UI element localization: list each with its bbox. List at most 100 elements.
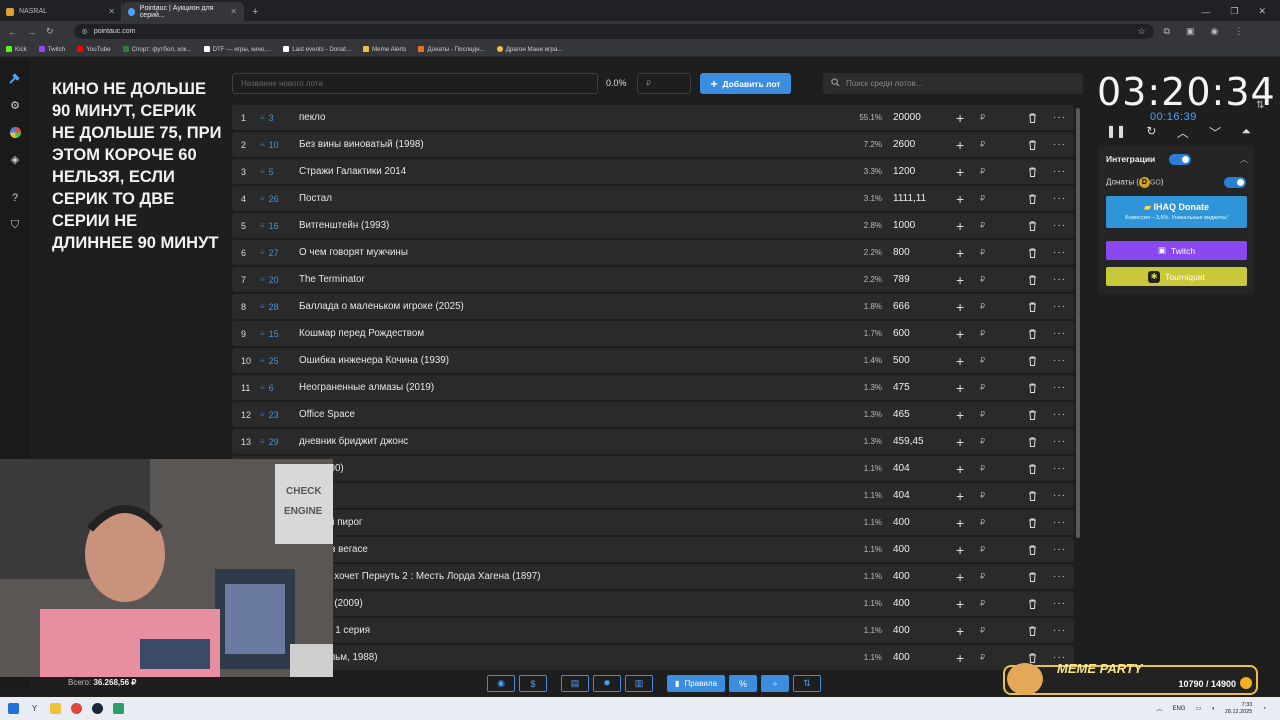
bug-icon[interactable]: ✹ — [593, 675, 621, 692]
swap-icon[interactable]: ⇅ — [1256, 100, 1264, 111]
trash-icon[interactable] — [1028, 321, 1037, 346]
lot-amount[interactable]: 400 — [893, 591, 910, 616]
add-amount-icon[interactable]: + — [956, 159, 964, 184]
more-options-icon[interactable]: ··· — [1053, 240, 1066, 265]
add-amount-icon[interactable]: + — [956, 510, 964, 535]
lot-id[interactable]: 28 — [260, 294, 279, 319]
lot-name[interactable]: О чем говорят мужчины — [299, 240, 408, 265]
more-options-icon[interactable]: ··· — [1053, 456, 1066, 481]
lot-amount[interactable]: 1111,11 — [893, 186, 926, 211]
lot-row[interactable]: 8 28 Баллада о маленьком игроке (2025) 1.8%… — [232, 294, 1074, 319]
lot-id[interactable]: 15 — [260, 321, 279, 346]
trash-icon[interactable] — [1028, 510, 1037, 535]
trash-icon[interactable] — [1028, 213, 1037, 238]
site-info-icon[interactable]: ⚙ — [82, 28, 88, 36]
bookmark-star-icon[interactable]: ☆ — [1137, 26, 1145, 37]
lot-amount[interactable]: 600 — [893, 321, 910, 346]
percent-icon[interactable]: % — [729, 675, 757, 692]
more-options-icon[interactable]: ··· — [1053, 159, 1066, 184]
bookmark-item[interactable]: Twitch — [38, 46, 65, 53]
ihaq-donate-button[interactable]: ▰ IHAQ Donate Комиссия – 3,5%. Уникальны… — [1106, 196, 1247, 228]
trash-icon[interactable] — [1028, 537, 1037, 562]
profile-icon[interactable]: ◉ — [1211, 26, 1219, 37]
lot-name[interactable]: Баллада о маленьком игроке (2025) — [299, 294, 464, 319]
lot-name[interactable]: пекло — [299, 105, 325, 130]
more-options-icon[interactable]: ··· — [1053, 213, 1066, 238]
more-options-icon[interactable]: ··· — [1053, 132, 1066, 157]
sort-icon[interactable]: ⇅ — [793, 675, 821, 692]
more-options-icon[interactable]: ··· — [1053, 402, 1066, 427]
lot-row[interactable]: канский пирог1.1%400+₽··· — [232, 510, 1074, 535]
new-lot-input[interactable]: Название нового лота — [232, 73, 598, 94]
add-amount-icon[interactable]: + — [956, 267, 964, 292]
close-tab-icon[interactable]: ✕ — [230, 7, 237, 16]
add-amount-icon[interactable]: + — [956, 294, 964, 319]
forward-icon[interactable]: → — [27, 27, 36, 37]
lot-amount[interactable]: 400 — [893, 618, 910, 643]
trash-icon[interactable] — [1028, 375, 1037, 400]
lot-name[interactable]: Кошмар перед Рождеством — [299, 321, 424, 346]
language-indicator[interactable]: ENG — [1173, 706, 1186, 712]
trash-icon[interactable] — [1028, 564, 1037, 589]
rules-button[interactable]: ▮ Правила — [667, 675, 725, 692]
lot-row[interactable]: trip (2000)1.1%404+₽··· — [232, 456, 1074, 481]
add-amount-icon[interactable]: + — [956, 618, 964, 643]
lot-row[interactable]: 10 25 Ошибка инженера Кочина (1939) 1.4% 500… — [232, 348, 1074, 373]
add-amount-icon[interactable]: + — [956, 348, 964, 373]
more-options-icon[interactable]: ··· — [1053, 510, 1066, 535]
trash-icon[interactable] — [1028, 348, 1037, 373]
lot-row[interactable]: ан Фум хочет Пернуть 2 : Месть Лорда Хаг… — [232, 564, 1074, 589]
add-amount-icon[interactable]: + — [956, 645, 964, 670]
lot-amount[interactable]: 475 — [893, 375, 910, 400]
add-amount-icon[interactable]: + — [956, 483, 964, 508]
bookmark-item[interactable]: Донаты - Последн... — [418, 46, 485, 53]
auction-hammer-icon[interactable] — [7, 70, 23, 86]
trash-icon[interactable] — [1028, 591, 1037, 616]
more-options-icon[interactable]: ··· — [1053, 537, 1066, 562]
add-amount-icon[interactable]: + — [956, 537, 964, 562]
add-amount-icon[interactable]: + — [956, 213, 964, 238]
lot-id[interactable]: 29 — [260, 429, 279, 454]
trash-icon[interactable] — [1028, 240, 1037, 265]
shield-icon[interactable]: ⛉ — [7, 217, 23, 233]
more-options-icon[interactable]: ··· — [1053, 186, 1066, 211]
network-icon[interactable]: ▭ — [1196, 705, 1202, 712]
github-icon[interactable]: ◉ — [487, 675, 515, 692]
sidebar-icon[interactable]: ▣ — [1186, 26, 1195, 37]
lot-id[interactable]: 25 — [260, 348, 279, 373]
trash-icon[interactable] — [1028, 402, 1037, 427]
trash-icon[interactable] — [1028, 483, 1037, 508]
lot-amount[interactable]: 1200 — [893, 159, 915, 184]
save-icon[interactable]: ▤ — [561, 675, 589, 692]
lot-id[interactable]: 26 — [260, 186, 279, 211]
more-options-icon[interactable]: ··· — [1053, 618, 1066, 643]
yandex-icon[interactable]: Y — [29, 703, 40, 714]
lot-name[interactable]: Ошибка инженера Кочина (1939) — [299, 348, 449, 373]
lot-row[interactable]: 6 27 О чем говорят мужчины 2.2% 800 + ₽ ··· — [232, 240, 1074, 265]
more-options-icon[interactable]: ··· — [1053, 483, 1066, 508]
lot-id[interactable]: 6 — [260, 375, 274, 400]
lot-amount[interactable]: 2600 — [893, 132, 915, 157]
lot-row[interactable]: 11 6 Неограненные алмазы (2019) 1.3% 475 + ₽ ··… — [232, 375, 1074, 400]
more-options-icon[interactable]: ··· — [1053, 267, 1066, 292]
lot-amount[interactable]: 400 — [893, 564, 910, 589]
chrome-icon[interactable] — [71, 703, 82, 714]
volume-icon[interactable]: ◖ — [1211, 706, 1215, 712]
lot-amount[interactable]: 404 — [893, 483, 910, 508]
lot-name[interactable]: Витгенштейн (1993) — [299, 213, 389, 238]
lot-row[interactable]: енция1.1%404+₽··· — [232, 483, 1074, 508]
bookmark-item[interactable]: DTF — игры, кино,... — [203, 46, 271, 53]
help-icon[interactable]: ? — [7, 190, 23, 206]
reload-icon[interactable]: ↻ — [46, 26, 54, 37]
maximize-icon[interactable]: ❐ — [1230, 6, 1238, 17]
chevron-down-icon[interactable]: ﹀ — [1209, 124, 1221, 141]
lot-amount[interactable]: 20000 — [893, 105, 921, 130]
lot-name[interactable]: Неограненные алмазы (2019) — [299, 375, 434, 400]
layout-icon[interactable]: ▥ — [625, 675, 653, 692]
lot-row[interactable]: 2 сезон 1 серия 1.1% 400 + ₽ ··· — [232, 618, 1074, 643]
integrations-toggle[interactable] — [1169, 154, 1191, 165]
lot-row[interactable]: 7 20 The Terminator 2.2% 789 + ₽ ··· — [232, 267, 1074, 292]
close-tab-icon[interactable]: ✕ — [108, 7, 115, 16]
trash-icon[interactable] — [1028, 429, 1037, 454]
lot-row[interactable]: 9 15 Кошмар перед Рождеством 1.7% 600 + ₽ ··· — [232, 321, 1074, 346]
